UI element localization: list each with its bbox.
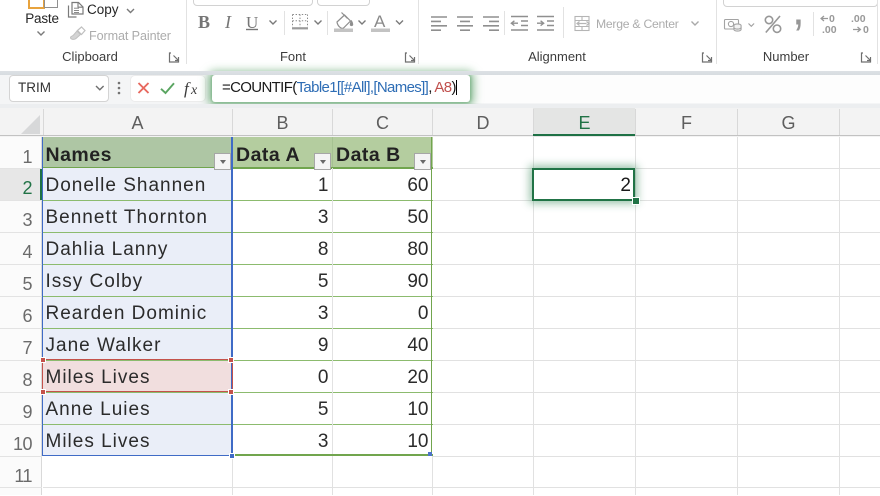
svg-text:,: , (792, 0, 805, 35)
svg-text:f: f (184, 79, 191, 98)
svg-text:A: A (374, 12, 386, 31)
svg-text:x: x (190, 83, 198, 98)
svg-text:B: B (198, 12, 210, 32)
svg-text:.00: .00 (822, 24, 837, 36)
svg-text:0: 0 (863, 24, 869, 36)
svg-text:I: I (224, 12, 232, 32)
